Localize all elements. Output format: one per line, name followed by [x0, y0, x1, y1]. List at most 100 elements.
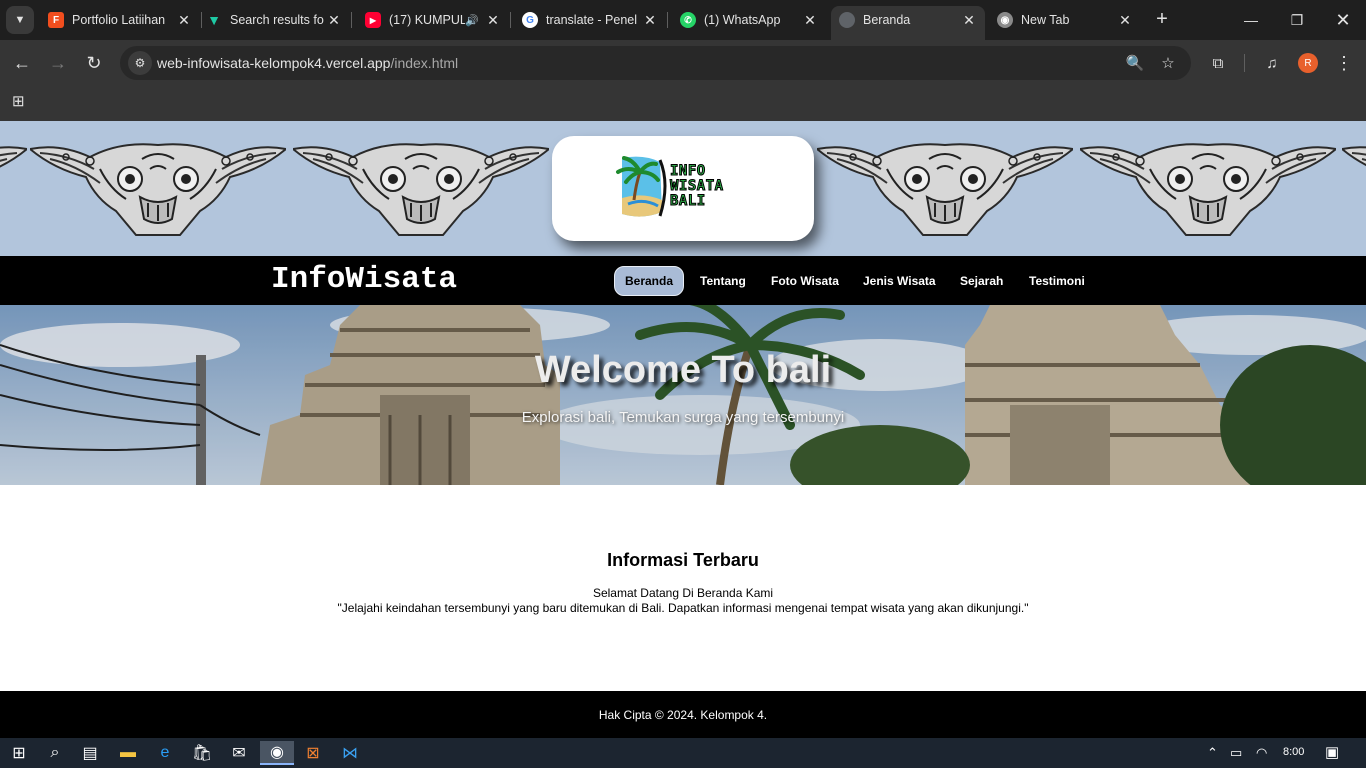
- close-icon[interactable]: ✕: [1115, 12, 1135, 29]
- barong-mask-image: [817, 143, 1073, 236]
- battery-icon[interactable]: ▭: [1230, 745, 1242, 761]
- mail-icon[interactable]: ✉: [224, 741, 254, 765]
- welcome-line: Selamat Datang Di Beranda Kami: [592, 586, 774, 600]
- nav-jenis-wisata[interactable]: Jenis Wisata: [853, 266, 946, 296]
- logo-text: INFO WISATA BALI: [670, 163, 724, 209]
- close-icon[interactable]: ✕: [483, 12, 503, 29]
- tab-title: New Tab: [1021, 13, 1070, 27]
- nav-sejarah[interactable]: Sejarah: [950, 266, 1013, 296]
- tab-title: translate - Penel: [546, 13, 638, 27]
- vscode-icon[interactable]: ⋈: [335, 741, 365, 765]
- wifi-icon[interactable]: ◠: [1256, 745, 1267, 761]
- figma-icon: F: [48, 12, 64, 28]
- minimize-icon[interactable]: —: [1228, 0, 1274, 40]
- nav-foto-wisata[interactable]: Foto Wisata: [761, 266, 849, 296]
- xampp-icon[interactable]: ⊠: [298, 741, 328, 765]
- site-info-icon[interactable]: ⚙: [128, 51, 152, 75]
- tab-title: (1) WhatsApp: [704, 13, 781, 27]
- hero-title: Welcome To bali: [534, 349, 832, 391]
- palm-beach-logo-icon: [616, 156, 667, 217]
- vuetify-icon: ▼: [207, 12, 221, 28]
- info-title: Informasi Terbaru: [607, 550, 759, 570]
- tab-portfolio[interactable]: F Portfolio Latiihan ✕: [48, 6, 202, 34]
- profile-avatar[interactable]: R: [1298, 53, 1318, 73]
- tab-translate[interactable]: G translate - Penel ✕: [522, 6, 668, 34]
- temple-gate-photo: [0, 305, 1366, 485]
- extensions-icon[interactable]: ⧉: [1207, 52, 1229, 74]
- youtube-icon: ▶: [365, 12, 381, 28]
- restore-icon[interactable]: ❐: [1274, 0, 1320, 40]
- close-icon[interactable]: ✕: [959, 12, 979, 29]
- bookmarks-bar: ⊞: [0, 86, 1366, 121]
- tab-new-tab[interactable]: ◉ New Tab ✕: [997, 6, 1135, 34]
- copyright-text: Hak Cipta © 2024. Kelompok 4.: [598, 708, 768, 722]
- chrome-icon: ◉: [997, 12, 1013, 28]
- nav-tentang[interactable]: Tentang: [690, 266, 756, 296]
- site-footer: Hak Cipta © 2024. Kelompok 4.: [0, 691, 1366, 738]
- close-icon[interactable]: ✕: [324, 12, 344, 29]
- barong-mask-image: [0, 143, 27, 236]
- tab-title: Beranda: [863, 13, 911, 27]
- description-line: "Jelajahi keindahan tersembunyi yang bar…: [337, 601, 1029, 615]
- close-icon[interactable]: ✕: [800, 12, 820, 29]
- info-text: Selamat Datang Di Beranda Kami "Jelajahi…: [0, 586, 1366, 616]
- tab-whatsapp[interactable]: ✆ (1) WhatsApp ✕: [680, 6, 820, 34]
- site-navbar: InfoWisata Beranda Tentang Foto Wisata J…: [0, 256, 1366, 305]
- toolbar-divider: [1244, 54, 1245, 72]
- barong-mask-image: [1080, 143, 1336, 236]
- site-brand[interactable]: InfoWisata: [271, 262, 457, 297]
- tab-search-button[interactable]: ▼: [6, 6, 34, 34]
- barong-mask-image: [293, 143, 549, 236]
- reload-icon[interactable]: ↻: [80, 49, 108, 77]
- windows-taskbar: ⊞ ⌕ ▤ ▬ e 🛍 ✉ ◉ ⊠ ⋈ ⌃ ▭ ◠ 8:00 ▣: [0, 738, 1366, 768]
- apps-grid-icon[interactable]: ⊞: [12, 94, 28, 110]
- address-bar[interactable]: ⚙ web-infowisata-kelompok4.vercel.app/in…: [120, 46, 1191, 80]
- web-page: INFO WISATA BALI InfoWisata Beranda Tent…: [0, 121, 1366, 738]
- google-icon: G: [522, 12, 538, 28]
- store-icon[interactable]: 🛍: [187, 741, 217, 765]
- nav-testimoni[interactable]: Testimoni: [1019, 266, 1095, 296]
- forward-icon[interactable]: →: [44, 49, 72, 77]
- tab-title: Portfolio Latiihan: [72, 13, 166, 27]
- url-host: web-infowisata-kelompok4.vercel.app: [157, 55, 391, 71]
- menu-icon[interactable]: ⋮: [1333, 52, 1355, 74]
- close-window-icon[interactable]: ✕: [1320, 0, 1366, 40]
- tab-beranda[interactable]: Beranda ✕: [831, 6, 985, 40]
- back-icon[interactable]: ←: [8, 49, 36, 77]
- notification-icon[interactable]: ▣: [1325, 743, 1339, 761]
- zoom-icon[interactable]: 🔍: [1124, 52, 1146, 74]
- new-tab-button[interactable]: +: [1151, 8, 1173, 30]
- url-text[interactable]: web-infowisata-kelompok4.vercel.app/inde…: [157, 55, 458, 71]
- close-icon[interactable]: ✕: [174, 12, 194, 29]
- file-explorer-icon[interactable]: ▬: [113, 741, 143, 765]
- logo-card[interactable]: INFO WISATA BALI: [552, 136, 814, 241]
- media-control-icon[interactable]: ♫: [1261, 52, 1283, 74]
- search-icon[interactable]: ⌕: [40, 741, 70, 765]
- bookmark-star-icon[interactable]: ☆: [1157, 52, 1179, 74]
- chevron-down-icon: ▼: [14, 14, 26, 26]
- tab-title: Search results fo: [230, 13, 324, 27]
- info-section: Informasi Terbaru Selamat Datang Di Bera…: [0, 485, 1366, 691]
- hero-subtitle: Explorasi bali, Temukan surga yang terse…: [521, 409, 845, 426]
- browser-toolbar: ← → ↻ ⚙ web-infowisata-kelompok4.vercel.…: [0, 40, 1366, 86]
- globe-icon: [839, 12, 855, 28]
- speaker-icon[interactable]: 🔊: [465, 14, 479, 27]
- nav-beranda[interactable]: Beranda: [614, 266, 685, 296]
- chrome-icon[interactable]: ◉: [260, 741, 294, 765]
- close-icon[interactable]: ✕: [640, 12, 660, 29]
- tab-strip: ▼ F Portfolio Latiihan ✕ ▼ Search result…: [0, 0, 1366, 40]
- whatsapp-icon: ✆: [680, 12, 696, 28]
- header-banner: INFO WISATA BALI: [0, 121, 1366, 256]
- barong-mask-image: [30, 143, 286, 236]
- edge-icon[interactable]: e: [150, 741, 180, 765]
- tab-youtube[interactable]: ▶ (17) KUMPUL 🔊 ✕: [365, 6, 511, 34]
- taskbar-clock[interactable]: 8:00: [1283, 746, 1304, 758]
- barong-mask-image: [1342, 143, 1366, 236]
- windows-start-icon[interactable]: ⊞: [4, 741, 34, 765]
- url-path: /index.html: [390, 55, 459, 71]
- task-view-icon[interactable]: ▤: [75, 741, 105, 765]
- tab-search-results[interactable]: ▼ Search results fo ✕: [206, 6, 352, 34]
- hero-section: Welcome To bali Explorasi bali, Temukan …: [0, 305, 1366, 485]
- tab-title: (17) KUMPUL: [389, 13, 466, 27]
- tray-chevron-up-icon[interactable]: ⌃: [1207, 745, 1218, 761]
